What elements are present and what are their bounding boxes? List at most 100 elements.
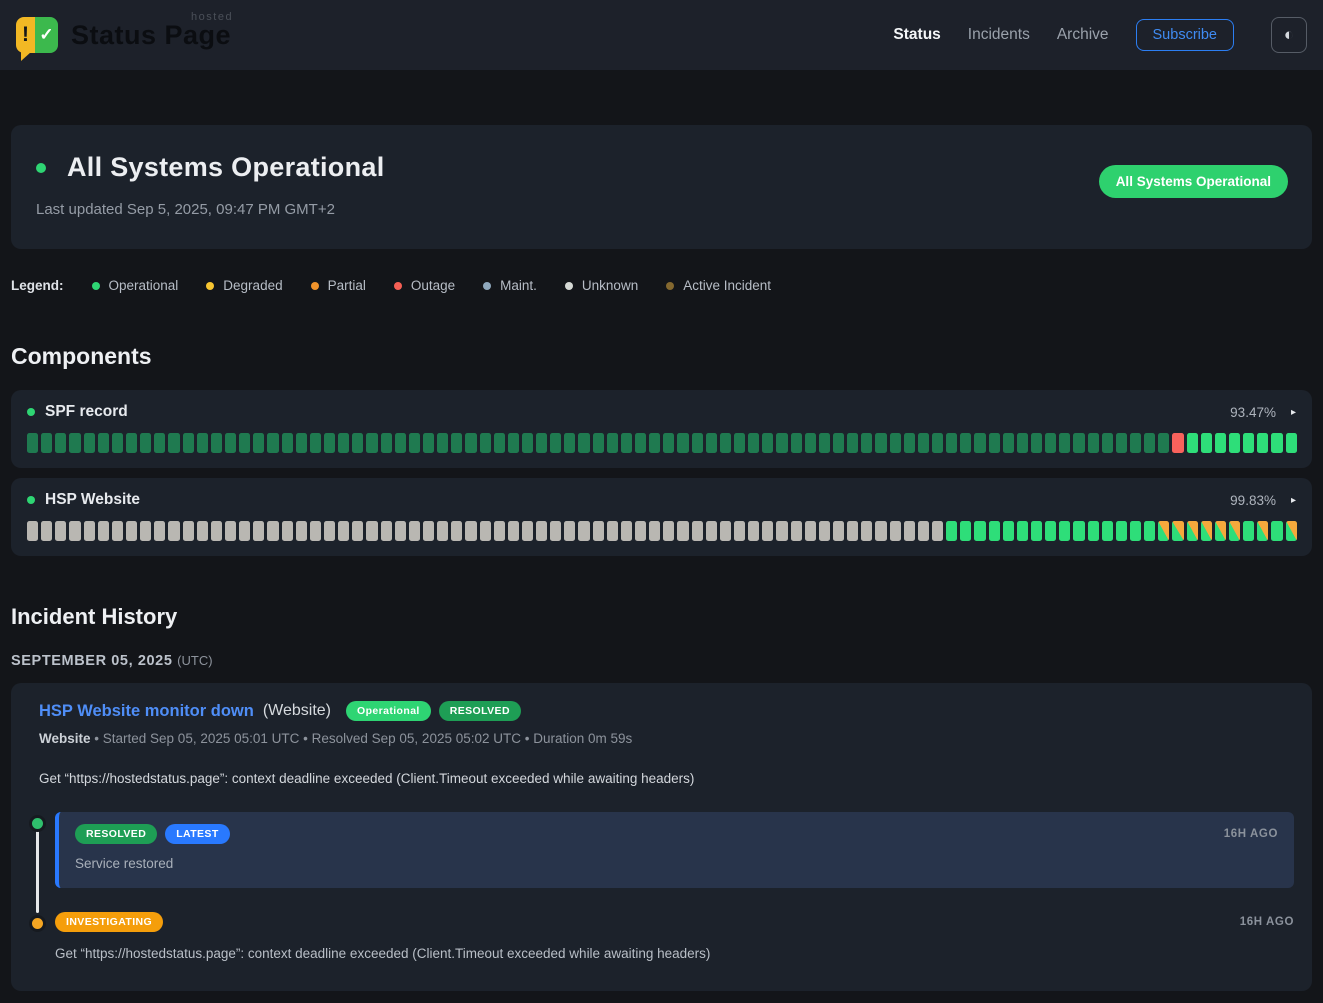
uptime-bar-op_dim: [819, 433, 830, 453]
overall-status-dot: [36, 163, 46, 173]
uptime-bar-op_dim: [282, 433, 293, 453]
uptime-bar-op_dim: [960, 433, 971, 453]
uptime-bar-op: [1201, 433, 1212, 453]
uptime-bar-op: [1059, 521, 1070, 541]
uptime-bar-op_dim: [267, 433, 278, 453]
uptime-bar-op_dim: [918, 433, 929, 453]
check-icon: ✓: [35, 17, 58, 53]
timeline-entry-message: Service restored: [75, 856, 1278, 871]
uptime-bar-op: [1031, 521, 1042, 541]
incident-timeline: RESOLVEDLATEST16H AGOService restoredINV…: [29, 812, 1294, 961]
incident-title-link[interactable]: HSP Website monitor down: [39, 702, 254, 721]
legend-item-operational: Operational: [92, 278, 179, 293]
timeline-entry: RESOLVEDLATEST16H AGO Service restored: [29, 812, 1294, 888]
uptime-bar-op_dim: [366, 433, 377, 453]
uptime-bar-op_dim: [253, 433, 264, 453]
component-header[interactable]: HSP Website99.83%▸: [27, 491, 1296, 509]
alert-icon: !: [16, 17, 35, 53]
uptime-bar-unknown: [578, 521, 589, 541]
uptime-bar-op_dim: [465, 433, 476, 453]
uptime-bar-unknown: [593, 521, 604, 541]
timeline-badge-resolved: RESOLVED: [75, 824, 157, 844]
uptime-bar-op: [1257, 433, 1268, 453]
legend-label: Legend:: [11, 278, 64, 293]
brand-name: Status Page hosted: [71, 22, 231, 49]
timeline-dot: [29, 915, 46, 932]
uptime-bars: [27, 433, 1296, 453]
uptime-bar-op_dim: [27, 433, 38, 453]
uptime-bar-unknown: [918, 521, 929, 541]
uptime-bar-unknown: [847, 521, 858, 541]
uptime-bar-op_dim: [395, 433, 406, 453]
uptime-bar-unknown: [140, 521, 151, 541]
uptime-bar-op_dim: [904, 433, 915, 453]
uptime-bar-unknown: [409, 521, 420, 541]
uptime-bar-unknown: [381, 521, 392, 541]
legend-dot-icon: [483, 282, 491, 290]
brand[interactable]: ! ✓ Status Page hosted: [16, 17, 231, 53]
uptime-bar-unknown: [776, 521, 787, 541]
legend-item-unknown: Unknown: [565, 278, 638, 293]
incident-badge-resolved: RESOLVED: [439, 701, 521, 721]
expand-arrow-icon[interactable]: ▸: [1291, 495, 1296, 506]
uptime-bar-op_dim: [649, 433, 660, 453]
uptime-bar-unknown: [635, 521, 646, 541]
uptime-bar-unknown: [748, 521, 759, 541]
legend-item-maint-: Maint.: [483, 278, 537, 293]
uptime-bar-unknown: [112, 521, 123, 541]
uptime-bar-unknown: [791, 521, 802, 541]
legend-item-label: Outage: [411, 278, 455, 293]
uptime-bar-op: [960, 521, 971, 541]
legend-item-label: Partial: [328, 278, 366, 293]
uptime-bar-op_dim: [578, 433, 589, 453]
uptime-bar-op_dim: [607, 433, 618, 453]
uptime-bar-op_dim: [126, 433, 137, 453]
theme-toggle-button[interactable]: ◐: [1271, 17, 1307, 53]
nav-link-incidents[interactable]: Incidents: [968, 26, 1030, 44]
uptime-bar-unknown: [932, 521, 943, 541]
uptime-bar-op_dim: [522, 433, 533, 453]
uptime-bar-op_dim: [225, 433, 236, 453]
uptime-bar-mixed: [1158, 521, 1169, 541]
legend-dot-icon: [206, 282, 214, 290]
uptime-bar-op: [1003, 521, 1014, 541]
uptime-bar-unknown: [126, 521, 137, 541]
legend-item-active-incident: Active Incident: [666, 278, 771, 293]
uptime-bar-op_dim: [381, 433, 392, 453]
uptime-bar-mixed: [1229, 521, 1240, 541]
uptime-bar-op_dim: [663, 433, 674, 453]
nav-link-status[interactable]: Status: [893, 26, 940, 44]
uptime-bar-unknown: [734, 521, 745, 541]
uptime-bar-op_dim: [41, 433, 52, 453]
uptime-bar-op_dim: [1003, 433, 1014, 453]
uptime-bar-op_dim: [1102, 433, 1113, 453]
uptime-bar-unknown: [706, 521, 717, 541]
component-status-dot: [27, 496, 35, 504]
uptime-bar-unknown: [550, 521, 561, 541]
uptime-bar-unknown: [564, 521, 575, 541]
uptime-bar-unknown: [692, 521, 703, 541]
expand-arrow-icon[interactable]: ▸: [1291, 407, 1296, 418]
speech-bubble-tail: [21, 52, 31, 61]
timeline-entry-header: RESOLVEDLATEST16H AGO: [75, 824, 1278, 844]
components-list: SPF record93.47%▸ HSP Website99.83%▸: [11, 390, 1312, 556]
uptime-bar-unknown: [607, 521, 618, 541]
uptime-bar-op_dim: [692, 433, 703, 453]
uptime-bar-op_dim: [847, 433, 858, 453]
uptime-bar-op_dim: [748, 433, 759, 453]
uptime-bar-op: [1229, 433, 1240, 453]
component-header[interactable]: SPF record93.47%▸: [27, 403, 1296, 421]
uptime-bar-unknown: [41, 521, 52, 541]
uptime-bar-unknown: [423, 521, 434, 541]
uptime-bars: [27, 521, 1296, 541]
incident-meta: Website • Started Sep 05, 2025 05:01 UTC…: [29, 731, 1294, 746]
legend: Legend: OperationalDegradedPartialOutage…: [11, 278, 1312, 293]
uptime-bar-op_dim: [635, 433, 646, 453]
uptime-bar-op_dim: [1059, 433, 1070, 453]
nav-link-archive[interactable]: Archive: [1057, 26, 1109, 44]
uptime-bar-op: [1215, 433, 1226, 453]
uptime-bar-op_dim: [1158, 433, 1169, 453]
legend-item-partial: Partial: [311, 278, 366, 293]
subscribe-button[interactable]: Subscribe: [1136, 19, 1234, 51]
legend-item-label: Unknown: [582, 278, 638, 293]
